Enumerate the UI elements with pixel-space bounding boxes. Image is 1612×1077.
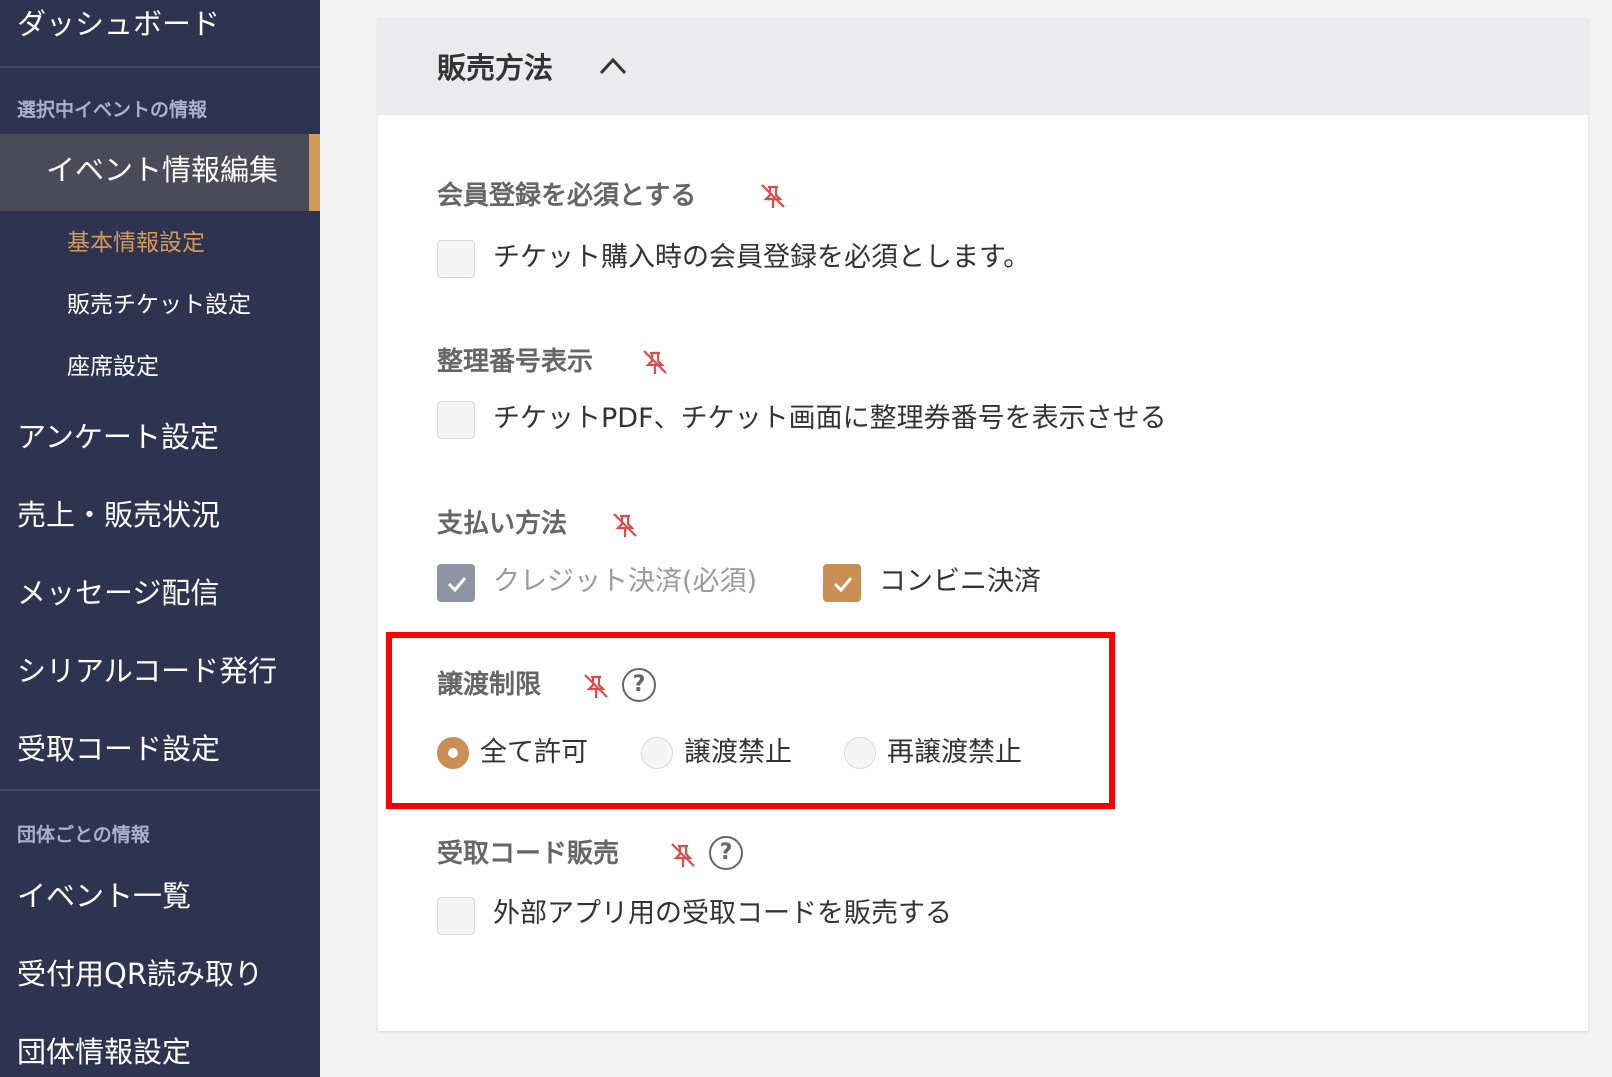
sidebar-item-serial-code[interactable]: シリアルコード発行 [0, 651, 320, 691]
sidebar-item-event-list[interactable]: イベント一覧 [0, 876, 320, 916]
receive-code-checkbox[interactable] [437, 897, 475, 935]
sales-method-card: 販売方法 会員登録を必須とする チケット購入時の会員登録を必須とします。 整理番… [378, 18, 1588, 1031]
payment-convenience-checkbox[interactable] [823, 564, 861, 602]
sidebar-section-org: 団体ごとの情報 [17, 824, 150, 846]
field-label-membership: 会員登録を必須とする [437, 181, 697, 211]
card-title: 販売方法 [437, 51, 554, 85]
check-icon [833, 577, 853, 593]
highlight-annotation-box [386, 632, 1115, 809]
ticket-number-checkbox[interactable] [437, 401, 475, 439]
sidebar-subitem-ticket-settings[interactable]: 販売チケット設定 [67, 289, 251, 321]
receive-code-option-label: 外部アプリ用の受取コードを販売する [493, 898, 952, 929]
chevron-up-icon[interactable] [598, 54, 628, 78]
field-label-receive-code: 受取コード販売 [437, 839, 620, 869]
pin-off-icon [613, 513, 637, 537]
sidebar: ダッシュボード 選択中イベントの情報 イベント情報編集 基本情報設定 販売チケッ… [0, 0, 320, 1077]
pin-off-icon [671, 843, 695, 867]
payment-convenience-label: コンビニ決済 [879, 566, 1041, 597]
payment-credit-checkbox [437, 564, 475, 602]
check-icon [447, 577, 467, 593]
sidebar-item-dashboard[interactable]: ダッシュボード [0, 4, 320, 44]
sidebar-subitem-basic-info[interactable]: 基本情報設定 [67, 227, 205, 259]
sidebar-item-org-settings[interactable]: 団体情報設定 [0, 1032, 320, 1072]
ticket-number-option-label: チケットPDF、チケット画面に整理券番号を表示させる [493, 403, 1167, 434]
membership-checkbox[interactable] [437, 240, 475, 278]
sidebar-item-qr-reader[interactable]: 受付用QR読み取り [0, 954, 320, 994]
payment-credit-label: クレジット決済(必須) [493, 566, 758, 597]
pin-off-icon [761, 184, 785, 208]
sidebar-item-receive-code[interactable]: 受取コード設定 [0, 729, 320, 769]
sidebar-item-message[interactable]: メッセージ配信 [0, 573, 320, 613]
question-circle-icon[interactable]: ? [709, 836, 743, 870]
sidebar-divider [0, 789, 320, 791]
sidebar-subitem-seat-settings[interactable]: 座席設定 [67, 351, 159, 383]
card-header[interactable]: 販売方法 [378, 18, 1588, 115]
pin-off-icon [643, 350, 667, 374]
sidebar-divider [0, 66, 320, 68]
field-label-ticket-number: 整理番号表示 [437, 347, 594, 377]
sidebar-item-survey[interactable]: アンケート設定 [0, 417, 320, 457]
sidebar-section-event: 選択中イベントの情報 [17, 99, 208, 121]
membership-option-label: チケット購入時の会員登録を必須とします。 [493, 242, 1031, 273]
sidebar-item-event-edit[interactable]: イベント情報編集 [46, 150, 278, 190]
sidebar-item-sales[interactable]: 売上・販売状況 [0, 495, 320, 535]
field-label-payment: 支払い方法 [437, 509, 568, 539]
